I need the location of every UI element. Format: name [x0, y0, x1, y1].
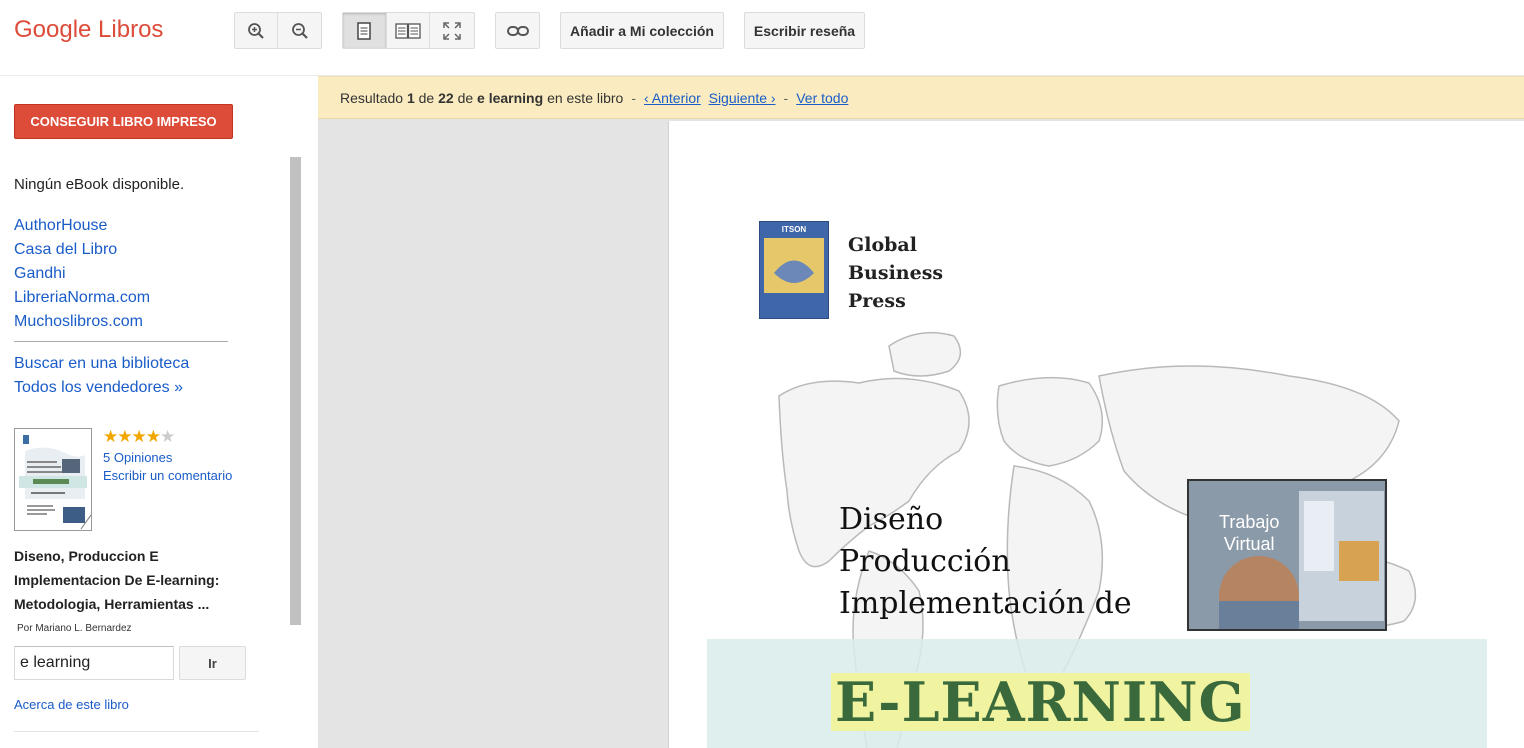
seller-link[interactable]: Muchoslibros.com: [14, 313, 150, 337]
all-sellers-link[interactable]: Todos los vendedores »: [14, 379, 189, 403]
inset-label-line: Virtual: [1223, 534, 1275, 554]
sidebar-scrollbar[interactable]: [290, 157, 301, 625]
book-cover-thumbnail[interactable]: [14, 428, 92, 531]
seller-link[interactable]: Casa del Libro: [14, 241, 150, 265]
e-learning-title: E-LEARNING: [831, 673, 1250, 731]
view-mode-group: [342, 12, 475, 49]
seller-link[interactable]: LibreriaNorma.com: [14, 289, 150, 313]
divider: [14, 341, 228, 342]
book-viewer[interactable]: Resultado 1 de 22 de e learning en este …: [318, 76, 1524, 748]
about-book-link[interactable]: Acerca de este libro: [14, 697, 129, 712]
write-comment-link[interactable]: Escribir un comentario: [103, 468, 232, 483]
zoom-out-icon: [291, 22, 308, 39]
cover-title: Diseño Producción Implementación de: [839, 499, 1132, 625]
top-bar: Google Libros Añadir a Mi colección Escr…: [0, 0, 1524, 76]
search-go-button[interactable]: Ir: [179, 646, 246, 680]
add-collection-button[interactable]: Añadir a Mi colección: [560, 12, 724, 49]
itson-crest-icon: [764, 238, 824, 308]
no-ebook-text: Ningún eBook disponible.: [14, 176, 185, 193]
result-query: e learning: [477, 89, 544, 106]
link-icon: [506, 25, 529, 36]
star-empty-icon: ★: [160, 427, 175, 446]
divider: [14, 731, 259, 732]
cover-title-line: Producción: [839, 544, 1011, 579]
zoom-in-icon: [248, 22, 264, 39]
link-button[interactable]: [495, 12, 540, 49]
cover-title-line: Diseño: [839, 502, 944, 537]
app-logo[interactable]: Google Libros: [14, 16, 163, 44]
single-page-icon: [357, 21, 372, 40]
zoom-group: [234, 12, 322, 49]
search-in-book-input[interactable]: [14, 646, 174, 680]
star-icon: ★: [145, 427, 161, 446]
result-suffix: en este libro: [547, 89, 624, 106]
seller-link[interactable]: Gandhi: [14, 265, 150, 289]
write-review-button[interactable]: Escribir reseña: [744, 12, 865, 49]
single-page-view-button[interactable]: [343, 13, 387, 48]
result-total: 22: [438, 89, 454, 106]
publisher-line: Global: [848, 234, 917, 256]
separator: -: [783, 89, 789, 106]
view-all-link[interactable]: Ver todo: [796, 90, 848, 106]
result-current: 1: [406, 89, 415, 106]
more-links: Buscar en una biblioteca Todos los vende…: [14, 355, 189, 403]
fullscreen-icon: [443, 21, 461, 40]
two-page-view-button[interactable]: [387, 13, 431, 48]
virtual-work-photo: Trabajo Virtual: [1187, 479, 1387, 631]
buy-print-book-button[interactable]: CONSEGUIR LIBRO IMPRESO: [14, 104, 233, 139]
fullscreen-button[interactable]: [430, 13, 474, 48]
result-prefix: Resultado: [340, 89, 404, 106]
book-author: Por Mariano L. Bernardez: [17, 623, 132, 634]
screenshot-image: [1189, 481, 1385, 629]
star-icon: ★: [117, 427, 132, 446]
star-icon: ★: [131, 427, 147, 446]
rating-stars: ★★★★★: [103, 427, 175, 447]
zoom-in-button[interactable]: [235, 13, 279, 48]
result-de: de: [457, 89, 474, 106]
result-of: de: [418, 89, 435, 106]
book-title: Diseno, Produccion E Implementacion De E…: [14, 548, 220, 612]
publisher-line: Business: [848, 262, 944, 284]
search-result-bar: Resultado 1 de 22 de e learning en este …: [318, 76, 1524, 119]
cover-title-line: Implementación de: [839, 586, 1132, 621]
seller-list: AuthorHouse Casa del Libro Gandhi Librer…: [14, 217, 150, 337]
sidebar: CONSEGUIR LIBRO IMPRESO Ningún eBook dis…: [0, 76, 318, 748]
zoom-out-button[interactable]: [278, 13, 321, 48]
previous-result-link[interactable]: ‹ Anterior: [644, 90, 701, 106]
seller-link[interactable]: AuthorHouse: [14, 217, 150, 241]
library-search-link[interactable]: Buscar en una biblioteca: [14, 355, 189, 379]
two-page-icon: [395, 22, 421, 39]
itson-logo: ITSON: [759, 221, 829, 319]
star-icon: ★: [103, 427, 118, 446]
next-result-link[interactable]: Siguiente ›: [709, 90, 776, 106]
inset-label: Trabajo Virtual: [1219, 511, 1279, 555]
publisher-line: Press: [848, 290, 906, 312]
book-page: ITSON Global Business Press Diseño Produ…: [668, 121, 1524, 748]
book-cover-image: [15, 429, 91, 530]
inset-label-line: Trabajo: [1219, 512, 1280, 532]
separator: -: [631, 89, 637, 106]
itson-logo-text: ITSON: [781, 225, 807, 234]
publisher-name: Global Business Press: [848, 231, 943, 315]
opinions-link[interactable]: 5 Opiniones: [103, 450, 172, 465]
